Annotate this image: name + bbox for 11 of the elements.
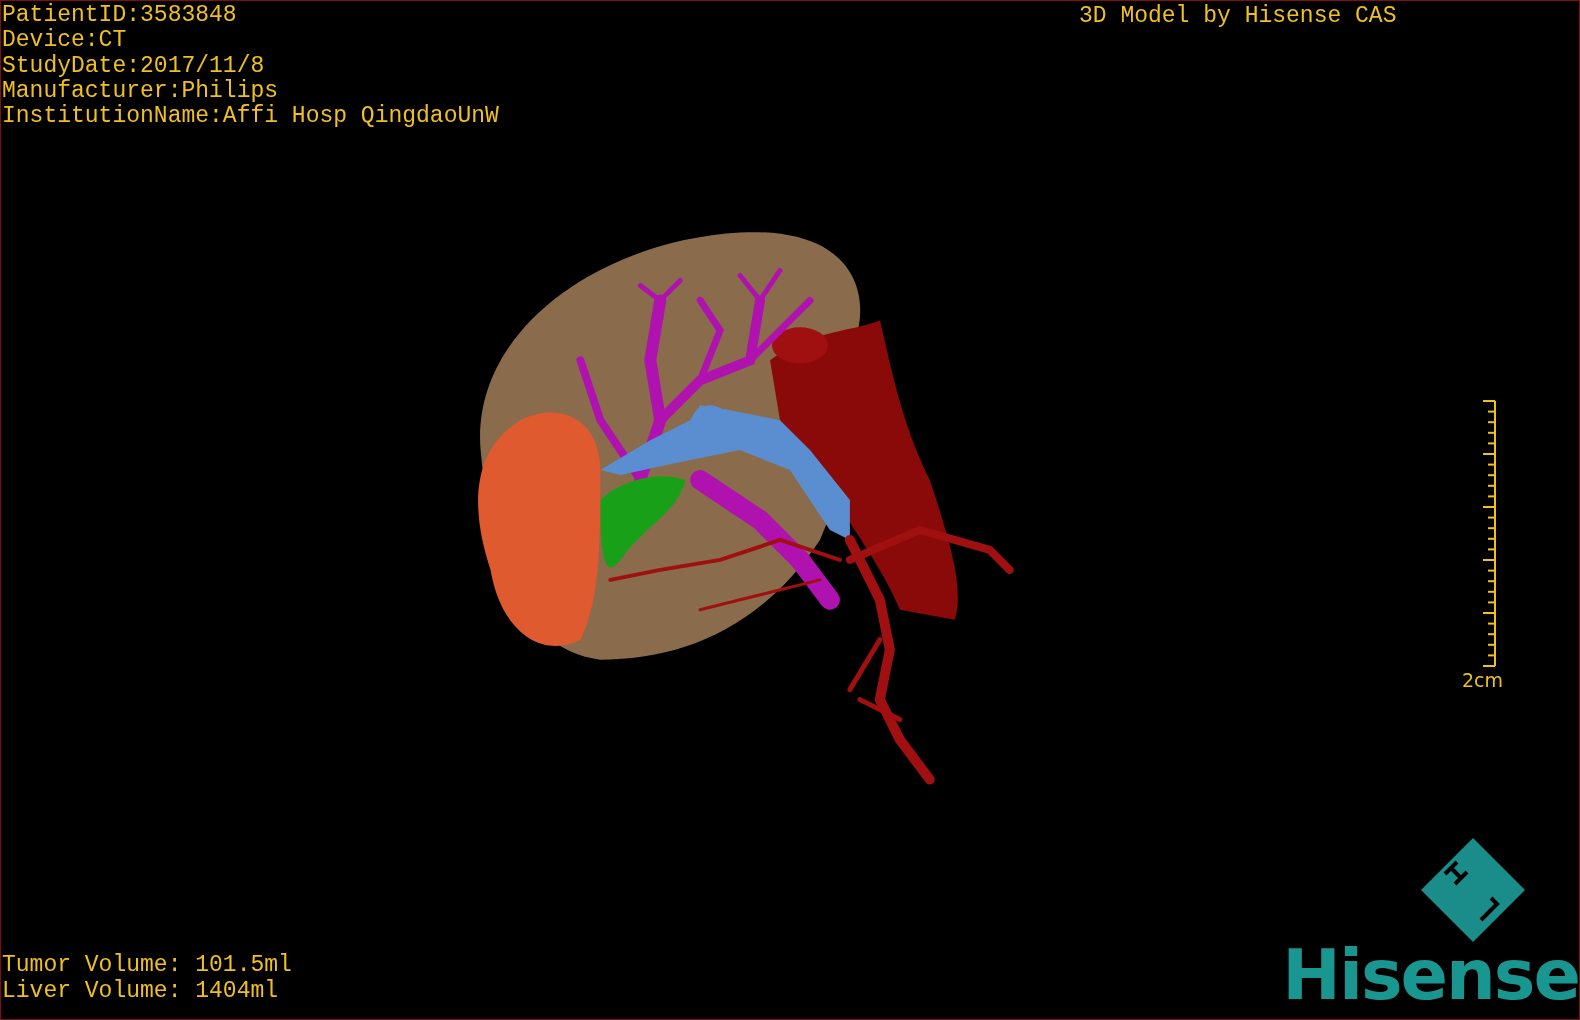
patient-info-text: Device:CT bbox=[2, 28, 128, 54]
credit-text: 3D Model by Hisense CAS bbox=[1079, 4, 1397, 29]
logo-text: Hisense bbox=[1282, 940, 1579, 1010]
patient-info-text: StudyDate:2017/11/8 bbox=[2, 53, 266, 79]
patient-info-text: PatientID:3583848 bbox=[2, 3, 238, 28]
patient-info-text: InstitutionName:Affi Hosp QingdaoUnW bbox=[2, 104, 499, 130]
scale-label: 2cm bbox=[1461, 669, 1503, 691]
volume-text: Tumor Volume: 101.5ml bbox=[2, 952, 292, 978]
volume-text: Liver Volume: 1404ml bbox=[2, 978, 280, 1004]
patient-info-text: Manufacturer:Philips bbox=[2, 78, 280, 104]
logo-icon bbox=[1419, 836, 1527, 944]
